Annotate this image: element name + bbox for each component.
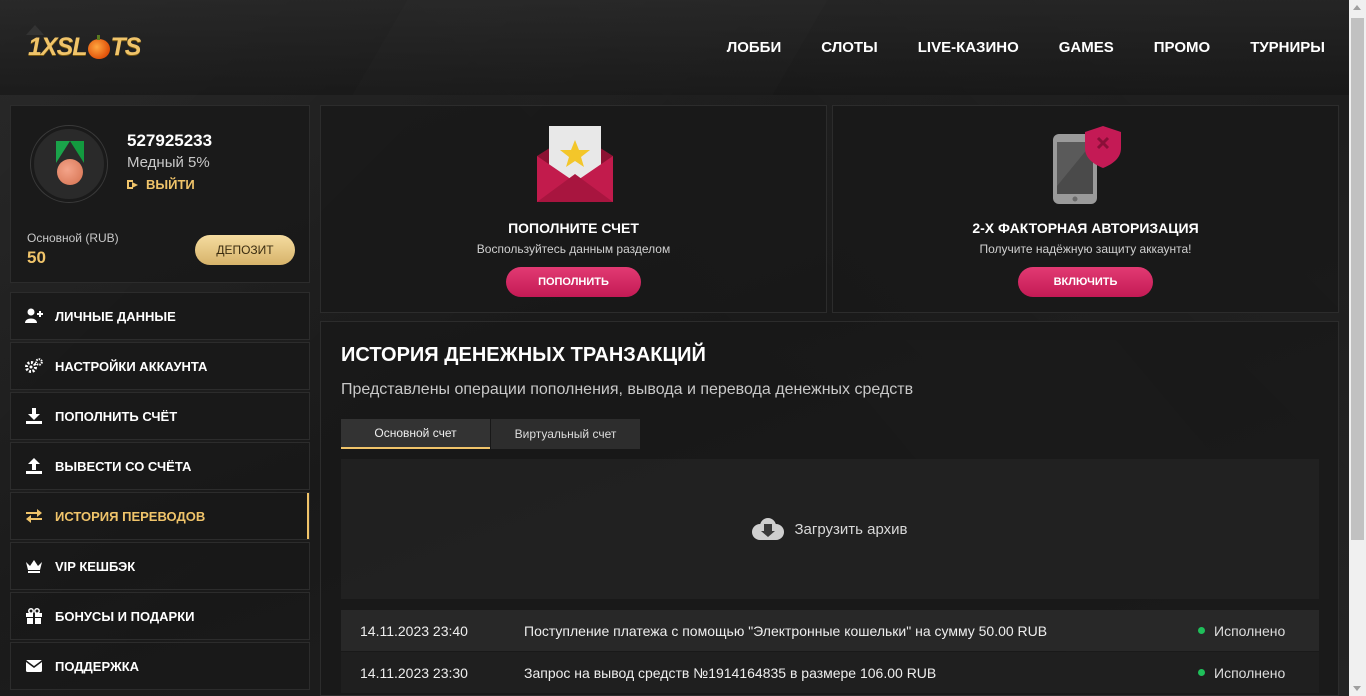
upload-icon — [25, 458, 43, 474]
page-subtitle: Представлены операции пополнения, вывода… — [341, 381, 914, 398]
user-plus-icon — [25, 308, 43, 324]
exchange-icon — [25, 508, 43, 524]
status-dot-icon — [1198, 669, 1205, 676]
download-icon — [25, 408, 43, 424]
avatar — [31, 126, 107, 202]
tx-status-label: Исполнено — [1214, 622, 1286, 639]
sidebar-item-label: ВЫВЕСТИ СО СЧЁТА — [55, 458, 192, 474]
download-archive-button[interactable]: Загрузить архив — [341, 459, 1319, 599]
table-row: 14.11.2023 23:40 Поступление платежа с п… — [341, 610, 1319, 651]
logout-link[interactable]: ВЫЙТИ — [127, 177, 195, 192]
sidebar-item-account-settings[interactable]: НАСТРОЙКИ АККАУНТА — [10, 342, 310, 390]
table-row: 14.11.2023 23:30 Запрос на вывод средств… — [341, 652, 1319, 693]
logo-text-part2: TS — [110, 33, 142, 61]
cloud-download-icon — [752, 518, 785, 540]
sidebar-item-label: БОНУСЫ И ПОДАРКИ — [55, 608, 195, 624]
nav-lobby[interactable]: ЛОББИ — [727, 39, 782, 56]
status-dot-icon — [1198, 627, 1205, 634]
tab-main-account[interactable]: Основной счет — [341, 419, 490, 449]
tx-date: 14.11.2023 23:30 — [360, 664, 468, 681]
tx-status-label: Исполнено — [1214, 664, 1286, 681]
page-title: ИСТОРИЯ ДЕНЕЖНЫХ ТРАНЗАКЦИЙ — [341, 344, 706, 366]
sidebar-item-vip-cashback[interactable]: VIP КЕШБЭК — [10, 542, 310, 590]
status-badge: Исполнено — [1198, 623, 1285, 639]
scroll-up-icon[interactable] — [1353, 5, 1361, 10]
card-subtitle: Воспользуйтесь данным разделом — [476, 242, 671, 256]
main-nav: ЛОББИ СЛОТЫ LIVE-КАЗИНО GAMES ПРОМО ТУРН… — [727, 39, 1325, 56]
nav-promo[interactable]: ПРОМО — [1154, 39, 1210, 56]
sidebar-item-transfer-history[interactable]: ИСТОРИЯ ПЕРЕВОДОВ — [10, 492, 310, 540]
status-badge: Исполнено — [1198, 665, 1285, 681]
tx-description: Поступление платежа с помощью "Электронн… — [524, 622, 1048, 639]
sidebar-item-personal-data[interactable]: ЛИЧНЫЕ ДАННЫЕ — [10, 292, 310, 340]
tab-virtual-account[interactable]: Виртуальный счет — [491, 419, 640, 449]
card-subtitle: Получите надёжную защиту аккаунта! — [979, 242, 1192, 256]
account-balance: 50 — [27, 248, 46, 267]
pumpkin-icon — [87, 34, 110, 59]
user-level: Медный 5% — [127, 154, 210, 171]
sidebar-item-label: НАСТРОЙКИ АККАУНТА — [55, 358, 208, 374]
profile-card: 527925233 Медный 5% ВЫЙТИ Основной (RUB)… — [10, 105, 310, 283]
gift-icon — [25, 608, 43, 624]
archive-label: Загрузить архив — [794, 520, 908, 538]
card-title: 2-Х ФАКТОРНАЯ АВТОРИЗАЦИЯ — [972, 220, 1199, 236]
envelope-icon — [25, 658, 43, 674]
nav-live-casino[interactable]: LIVE-КАЗИНО — [918, 39, 1019, 56]
sidebar-item-label: ПОПОЛНИТЬ СЧЁТ — [55, 408, 178, 424]
gears-icon — [25, 358, 43, 374]
sidebar-menu: ЛИЧНЫЕ ДАННЫЕ НАСТРОЙКИ АККАУНТА ПОПОЛНИ… — [10, 292, 310, 692]
enable-2fa-button[interactable]: ВКЛЮЧИТЬ — [1018, 267, 1153, 297]
account-tabs: Основной счет Виртуальный счет — [341, 419, 641, 449]
account-label: Основной (RUB) — [27, 231, 119, 245]
nav-games[interactable]: GAMES — [1059, 39, 1114, 56]
sidebar-item-bonuses[interactable]: БОНУСЫ И ПОДАРКИ — [10, 592, 310, 640]
sidebar-item-support[interactable]: ПОДДЕРЖКА — [10, 642, 310, 690]
scroll-down-icon[interactable] — [1353, 686, 1361, 691]
top-header: 1XSL TS ЛОББИ СЛОТЫ LIVE-КАЗИНО GAMES ПР… — [0, 0, 1349, 95]
tx-description: Запрос на вывод средств №1914164835 в ра… — [524, 664, 937, 681]
deposit-promo-card: ПОПОЛНИТЕ СЧЕТ Воспользуйтесь данным раз… — [320, 105, 827, 313]
logout-icon — [127, 180, 138, 189]
sidebar-item-label: ИСТОРИЯ ПЕРЕВОДОВ — [55, 508, 206, 524]
deposit-button[interactable]: ДЕПОЗИТ — [195, 235, 295, 265]
phone-shield-icon — [1053, 126, 1121, 204]
nav-slots[interactable]: СЛОТЫ — [821, 39, 878, 56]
logout-label: ВЫЙТИ — [146, 177, 195, 192]
transaction-history-panel: ИСТОРИЯ ДЕНЕЖНЫХ ТРАНЗАКЦИЙ Представлены… — [320, 321, 1339, 696]
logo-text-part1: 1XSL — [28, 33, 88, 61]
crown-icon — [25, 558, 43, 574]
user-id: 527925233 — [127, 131, 213, 150]
tx-date: 14.11.2023 23:40 — [360, 622, 468, 639]
copper-medal-icon — [57, 159, 83, 185]
witch-hat-icon — [26, 25, 44, 35]
sidebar-item-label: ЛИЧНЫЕ ДАННЫЕ — [55, 308, 176, 324]
scrollbar-thumb[interactable] — [1351, 18, 1364, 540]
envelope-star-icon — [537, 126, 613, 202]
two-factor-card: 2-Х ФАКТОРНАЯ АВТОРИЗАЦИЯ Получите надёж… — [832, 105, 1339, 313]
nav-tournaments[interactable]: ТУРНИРЫ — [1250, 39, 1325, 56]
card-title: ПОПОЛНИТЕ СЧЕТ — [508, 220, 639, 236]
top-up-button[interactable]: ПОПОЛНИТЬ — [506, 267, 641, 297]
sidebar-item-withdraw[interactable]: ВЫВЕСТИ СО СЧЁТА — [10, 442, 310, 490]
logo[interactable]: 1XSL TS — [26, 25, 142, 62]
sidebar-item-label: VIP КЕШБЭК — [55, 558, 136, 574]
sidebar-item-label: ПОДДЕРЖКА — [55, 658, 140, 674]
page-scrollbar[interactable] — [1349, 0, 1366, 696]
sidebar-item-deposit[interactable]: ПОПОЛНИТЬ СЧЁТ — [10, 392, 310, 440]
